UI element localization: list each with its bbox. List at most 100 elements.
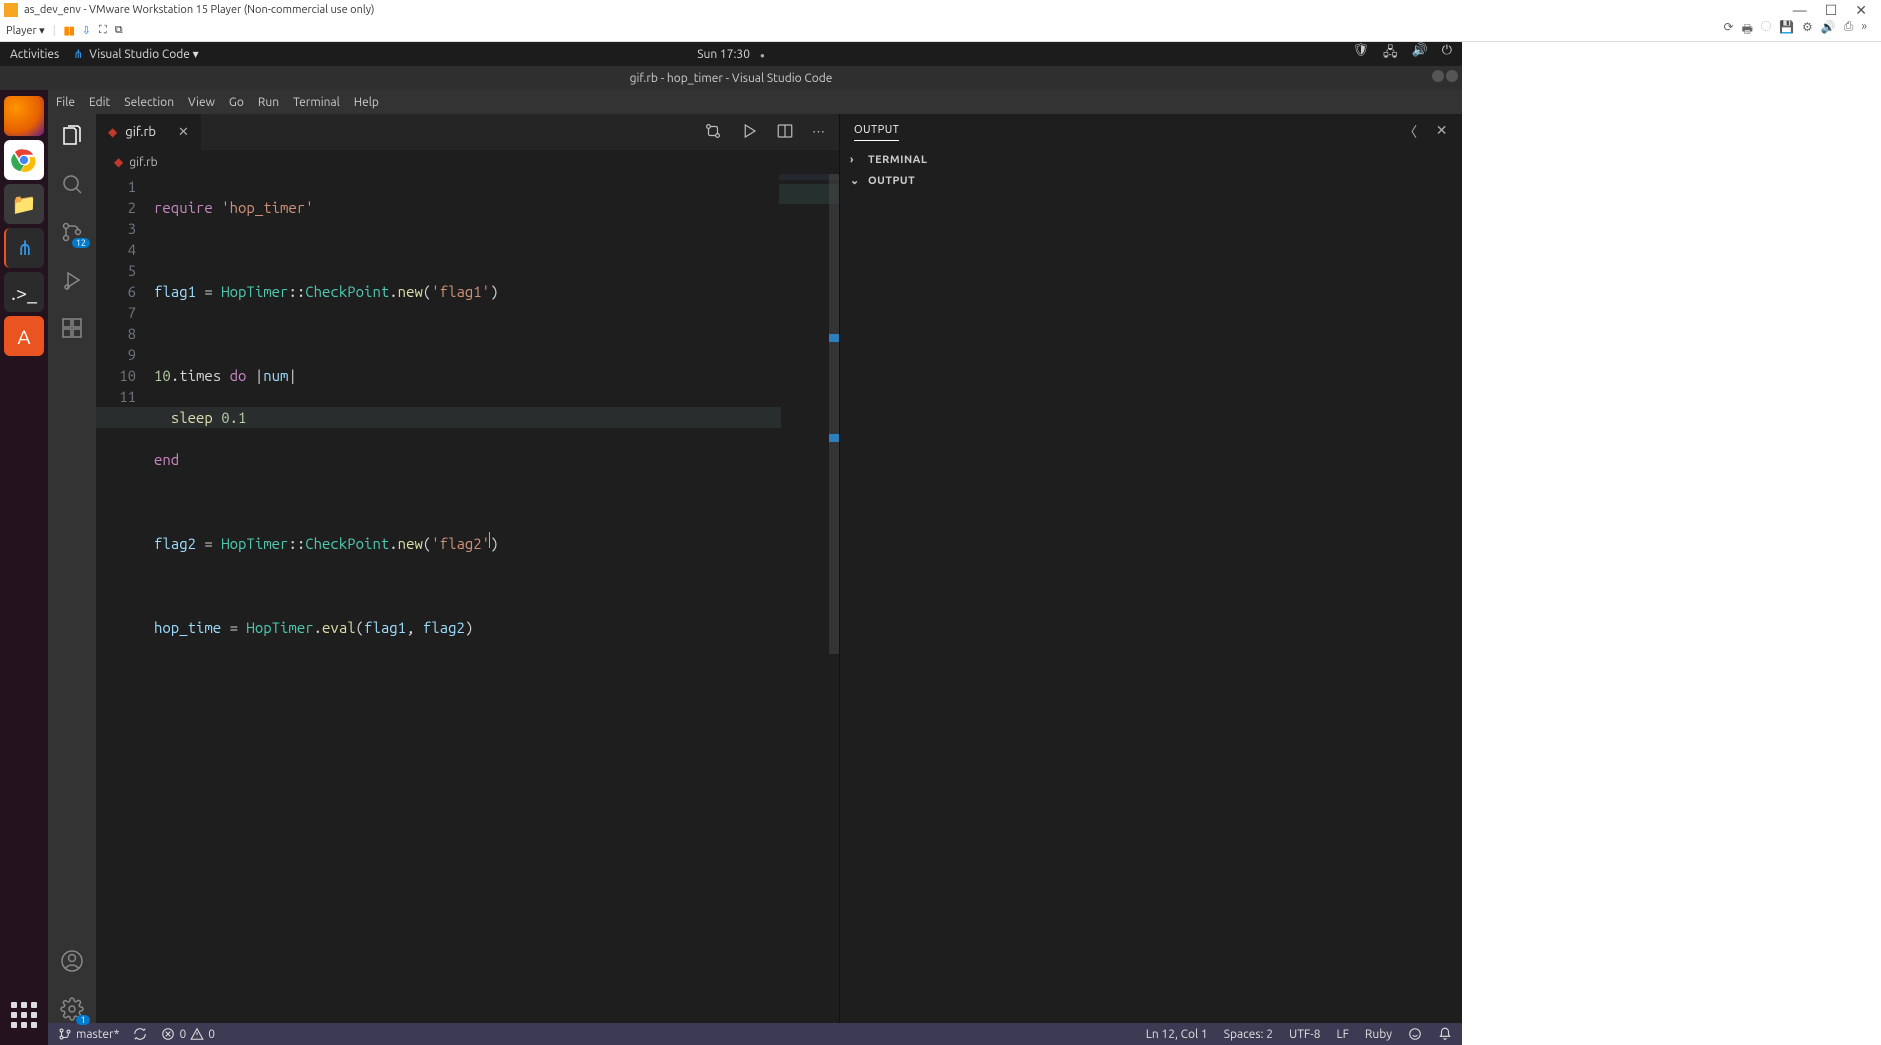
vscode-window: File Edit Selection View Go Run Terminal… — [48, 90, 1462, 1045]
ruby-icon: ◆ — [114, 155, 123, 169]
run-icon[interactable] — [740, 122, 758, 143]
status-sync[interactable] — [133, 1027, 147, 1041]
menu-file[interactable]: File — [56, 96, 75, 109]
panel-prev-icon[interactable]: 〈 — [1403, 122, 1418, 142]
vmware-titlebar: as_dev_env - VMware Workstation 15 Playe… — [0, 0, 1881, 20]
activity-run-debug[interactable] — [58, 266, 86, 294]
activity-source-control[interactable]: 12 — [58, 218, 86, 246]
ubuntu-desktop: Activities ⋔ Visual Studio Code ▾ Sun 17… — [0, 42, 1462, 1045]
chevron-right-icon: › — [850, 154, 862, 166]
error-count: 0 — [179, 1028, 186, 1041]
overview-ruler[interactable] — [829, 174, 839, 1023]
status-bar: master* 0 0 Ln 12, Col 1 Spaces: 2 — [48, 1023, 1462, 1045]
activity-settings[interactable]: 1 — [58, 995, 86, 1023]
power-icon[interactable]: ⏻ — [1442, 43, 1452, 65]
status-branch[interactable]: master* — [58, 1027, 119, 1041]
dock-terminal[interactable]: .>_ — [4, 272, 44, 312]
vmware-tray-icon[interactable]: 💾 — [1779, 20, 1794, 41]
panel-section-output[interactable]: ⌄ OUTPUT — [840, 170, 1462, 191]
network-icon[interactable]: 🖧 — [1383, 43, 1398, 65]
compare-changes-icon[interactable] — [704, 122, 722, 143]
editor-tab-gif-rb[interactable]: ◆ gif.rb ✕ — [96, 114, 202, 150]
status-encoding[interactable]: UTF-8 — [1289, 1028, 1320, 1041]
status-problems[interactable]: 0 0 — [161, 1027, 215, 1041]
vmware-tray-icon[interactable]: ◌ — [1761, 20, 1771, 41]
activity-explorer[interactable] — [58, 122, 86, 150]
vscode-window-maximize-icon[interactable] — [1446, 70, 1458, 82]
vmware-tray-icon[interactable]: » — [1861, 20, 1867, 41]
git-branch-icon — [58, 1027, 72, 1041]
breadcrumb-file: gif.rb — [129, 156, 157, 169]
dock-software[interactable]: A — [4, 316, 44, 356]
activity-accounts[interactable] — [58, 947, 86, 975]
menu-run[interactable]: Run — [258, 96, 279, 109]
vscode-icon: ⋔ — [73, 47, 83, 61]
menu-terminal[interactable]: Terminal — [293, 96, 340, 109]
window-minimize-button[interactable]: — — [1793, 2, 1807, 19]
window-close-button[interactable]: ✕ — [1855, 2, 1867, 19]
vmware-tray-icon[interactable]: ⚙ — [1802, 20, 1813, 41]
ruby-icon: ◆ — [108, 125, 117, 139]
status-feedback-icon[interactable] — [1408, 1027, 1422, 1041]
overview-mark — [829, 434, 839, 442]
more-actions-icon[interactable]: ⋯ — [812, 125, 825, 140]
code-editor[interactable]: 123456789101112 require 'hop_timer' flag… — [96, 174, 839, 1023]
vmware-title: as_dev_env - VMware Workstation 15 Playe… — [24, 4, 375, 16]
vmware-player-menu[interactable]: Player ▾ — [6, 24, 45, 37]
menu-help[interactable]: Help — [354, 96, 379, 109]
vmware-tray-icon[interactable]: 🖶 — [1742, 20, 1753, 41]
vscode-titlebar: gif.rb - hop_timer - Visual Studio Code — [0, 66, 1462, 90]
dock-chrome[interactable] — [4, 140, 44, 180]
shield-icon[interactable]: 🛡 — [1353, 43, 1370, 65]
status-ln-col[interactable]: Ln 12, Col 1 — [1146, 1028, 1208, 1041]
scrollbar-thumb[interactable] — [829, 174, 839, 654]
editor-tabs: ◆ gif.rb ✕ — [96, 114, 839, 150]
volume-icon[interactable]: 🔊 — [1412, 43, 1428, 65]
vmware-unity-button[interactable]: ⧉ — [115, 24, 123, 37]
dock-firefox[interactable] — [4, 96, 44, 136]
panel-section-terminal[interactable]: › TERMINAL — [840, 150, 1462, 170]
status-eol[interactable]: LF — [1336, 1028, 1348, 1041]
panel-close-icon[interactable]: ✕ — [1436, 122, 1448, 142]
vmware-icon — [4, 3, 18, 17]
chevron-down-icon: ⌄ — [850, 174, 862, 187]
vscode-window-minimize-icon[interactable] — [1432, 70, 1444, 82]
panel-section-label: TERMINAL — [868, 154, 927, 166]
window-maximize-button[interactable]: ☐ — [1825, 2, 1838, 19]
dock-files[interactable]: 📁 — [4, 184, 44, 224]
split-editor-icon[interactable] — [776, 122, 794, 143]
activity-search[interactable] — [58, 170, 86, 198]
branch-name: master* — [76, 1028, 119, 1041]
vmware-send-key-button[interactable]: ⇩ — [82, 24, 91, 37]
activity-extensions[interactable] — [58, 314, 86, 342]
vmware-tray-icon[interactable]: ⎙ — [1844, 20, 1854, 41]
error-icon — [161, 1027, 175, 1041]
vmware-tray-icon[interactable]: ⟳ — [1724, 20, 1734, 41]
vmware-toolbar: Player ▾ | ▮▮ ⇩ ⛶ ⧉ ⟳ 🖶 ◌ 💾 ⚙ 🔊 ⎙ » — [0, 20, 1881, 42]
status-bell-icon[interactable] — [1438, 1027, 1452, 1041]
menu-edit[interactable]: Edit — [89, 96, 110, 109]
panel: OUTPUT 〈 ✕ › TERMINAL — [840, 114, 1462, 1023]
vmware-tray-icon[interactable]: 🔊 — [1821, 20, 1836, 41]
activities-button[interactable]: Activities — [10, 48, 59, 61]
topbar-app-indicator[interactable]: ⋔ Visual Studio Code ▾ — [73, 47, 198, 61]
sync-icon — [133, 1027, 147, 1041]
tab-close-icon[interactable]: ✕ — [178, 125, 189, 140]
dock-show-applications[interactable] — [4, 995, 44, 1035]
status-spaces[interactable]: Spaces: 2 — [1224, 1028, 1273, 1041]
ubuntu-dock: 📁 ⋔ .>_ A — [0, 90, 48, 1045]
topbar-clock[interactable]: Sun 17:30 — [697, 48, 765, 61]
status-language[interactable]: Ruby — [1365, 1028, 1392, 1041]
dock-vscode[interactable]: ⋔ — [4, 228, 44, 268]
code-lines[interactable]: require 'hop_timer' flag1 = HopTimer::Ch… — [154, 174, 839, 1023]
breadcrumb[interactable]: ◆ gif.rb — [96, 150, 839, 174]
menu-go[interactable]: Go — [229, 96, 244, 109]
vmware-pause-button[interactable]: ▮▮ — [64, 24, 74, 37]
tab-label: gif.rb — [125, 125, 156, 139]
menu-selection[interactable]: Selection — [124, 96, 174, 109]
panel-tab-output[interactable]: OUTPUT — [854, 124, 899, 141]
vmware-fullscreen-button[interactable]: ⛶ — [99, 24, 107, 37]
menu-view[interactable]: View — [188, 96, 215, 109]
ubuntu-topbar: Activities ⋔ Visual Studio Code ▾ Sun 17… — [0, 42, 1462, 66]
panel-section-label: OUTPUT — [868, 175, 915, 187]
